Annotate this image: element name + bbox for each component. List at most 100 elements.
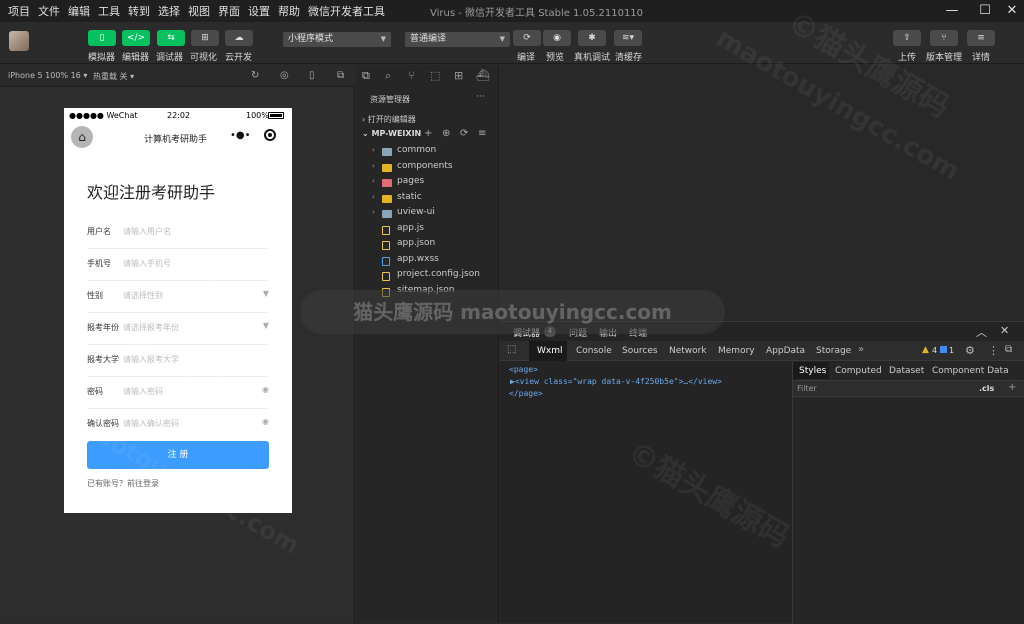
extensions-icon[interactable]: ⊞ (454, 69, 463, 82)
chevron-down-icon[interactable]: ▼ (263, 321, 269, 330)
phone-icon[interactable]: ▯ (309, 70, 315, 81)
files-icon[interactable]: ⧉ (362, 69, 370, 83)
debug-icon[interactable]: ⬚ (430, 69, 440, 82)
tree-file[interactable]: app.js (356, 223, 499, 238)
search-icon[interactable]: ⌕ (385, 69, 391, 83)
tree-file[interactable]: app.wxss (356, 254, 499, 269)
docker-icon[interactable]: ⛴ (476, 69, 490, 82)
tree-folder[interactable]: › pages (356, 176, 499, 191)
field-label: 报考年份 (87, 323, 119, 332)
tree-file[interactable]: project.config.json (356, 269, 499, 284)
code-line[interactable]: <page> (509, 365, 538, 374)
clear-cache-button[interactable]: ≋▾ (614, 30, 642, 46)
more-tabs-icon[interactable]: » (858, 344, 864, 355)
username-field[interactable]: 用户名 请输入用户名 (87, 217, 269, 249)
visualize-button[interactable]: ⊞ (191, 30, 219, 46)
menu-settings[interactable]: 设置 (248, 3, 270, 19)
editor-button[interactable]: </> (122, 30, 150, 46)
password-field[interactable]: 密码 请输入密码 ◉ (87, 377, 269, 409)
cloud-button[interactable]: ☁ (225, 30, 253, 46)
tree-folder[interactable]: › uview-ui (356, 207, 499, 222)
code-line[interactable]: </page> (509, 389, 543, 398)
confirm-password-field[interactable]: 确认密码 请输入确认密码 ◉ (87, 409, 269, 441)
refresh-icon[interactable]: ⟳ (460, 128, 468, 139)
real-debug-button[interactable]: ✱ (578, 30, 606, 46)
details-button[interactable]: ≡ (967, 30, 995, 46)
version-button[interactable]: ⑂ (930, 30, 958, 46)
mode-select[interactable]: 小程序模式 ▼ (283, 32, 391, 47)
tree-file[interactable]: app.json (356, 238, 499, 253)
menu-help[interactable]: 帮助 (278, 3, 300, 19)
tab-sources[interactable]: Sources (622, 346, 658, 356)
open-editors[interactable]: › 打开的编辑器 (362, 114, 416, 125)
tab-storage[interactable]: Storage (816, 346, 851, 356)
gear-icon[interactable]: ⚙ (965, 344, 975, 357)
tree-folder[interactable]: › common (356, 145, 499, 160)
close-icon[interactable]: ✕ (1002, 2, 1022, 20)
simulator-button[interactable]: ▯ (88, 30, 116, 46)
filter-input[interactable]: Filter (797, 384, 817, 393)
menu-file[interactable]: 文件 (38, 3, 60, 19)
collapse-icon[interactable]: ≡ (478, 128, 486, 139)
compile-label: 编译 (517, 53, 536, 63)
popout-icon[interactable]: ⧉ (337, 70, 344, 81)
tree-folder[interactable]: › components (356, 161, 499, 176)
avatar[interactable] (9, 31, 29, 51)
bug-icon: ✱ (588, 33, 596, 43)
menu-edit[interactable]: 编辑 (68, 3, 90, 19)
ellipsis-icon[interactable]: ··· (476, 92, 485, 102)
more-icon[interactable]: •●• (230, 130, 251, 141)
close-icon[interactable]: ✕ (1000, 324, 1009, 337)
device-select[interactable]: iPhone 5 100% 16 ▾ (8, 71, 87, 80)
tab-network[interactable]: Network (669, 346, 707, 356)
add-rule-icon[interactable]: + (1008, 382, 1016, 393)
register-button[interactable]: 注 册 (87, 441, 269, 469)
compile-select[interactable]: 普通编译 ▼ (405, 32, 510, 47)
menu-goto[interactable]: 转到 (128, 3, 150, 19)
record-icon[interactable]: ◎ (280, 70, 289, 81)
home-icon[interactable]: ⌂ (71, 126, 93, 148)
login-link[interactable]: 已有账号？前往登录 (87, 478, 159, 489)
new-folder-icon[interactable]: ⊕ (442, 128, 450, 139)
folder-icon (382, 163, 392, 172)
close-capsule-icon[interactable] (264, 129, 276, 141)
inspect-icon[interactable]: ⬚ (507, 344, 516, 355)
code-line[interactable]: ▶<view class="wrap data-v-4f250b5e">…</v… (510, 377, 722, 386)
tab-component-data[interactable]: Component Data (932, 366, 1009, 376)
tab-styles[interactable]: Styles (799, 366, 826, 376)
tab-dataset[interactable]: Dataset (889, 366, 924, 376)
maximize-icon[interactable]: ☐ (975, 2, 995, 20)
eye-icon[interactable]: ◉ (262, 417, 269, 426)
menu-wechat-devtools[interactable]: 微信开发者工具 (308, 3, 385, 19)
phone-field[interactable]: 手机号 请输入手机号 (87, 249, 269, 281)
debugger-button[interactable]: ⇆ (157, 30, 185, 46)
university-field[interactable]: 报考大学 请输入报考大学 (87, 345, 269, 377)
rotate-icon[interactable]: ↻ (251, 70, 259, 81)
upload-button[interactable]: ⇪ (893, 30, 921, 46)
compile-button[interactable]: ⟳ (513, 30, 541, 46)
tab-memory[interactable]: Memory (718, 346, 755, 356)
tab-appdata[interactable]: AppData (766, 346, 805, 356)
chevron-down-icon[interactable]: ▼ (263, 289, 269, 298)
gender-field[interactable]: 性别 请选择性别 ▼ (87, 281, 269, 313)
preview-button[interactable]: ◉ (543, 30, 571, 46)
minimize-icon[interactable]: — (942, 2, 962, 20)
cls-button[interactable]: .cls (979, 384, 994, 393)
tab-console[interactable]: Console (576, 346, 612, 356)
menu-project[interactable]: 项目 (8, 3, 30, 19)
eye-icon[interactable]: ◉ (262, 385, 269, 394)
tab-wxml[interactable]: Wxml (537, 346, 563, 356)
menu-select[interactable]: 选择 (158, 3, 180, 19)
dock-icon[interactable]: ⧉ (1005, 344, 1012, 355)
tree-folder[interactable]: › static (356, 192, 499, 207)
menu-view[interactable]: 视图 (188, 3, 210, 19)
new-file-icon[interactable]: + (424, 128, 432, 139)
menu-interface[interactable]: 界面 (218, 3, 240, 19)
branch-icon[interactable]: ⑂ (408, 69, 415, 82)
kebab-icon[interactable]: ⋮ (988, 344, 999, 357)
year-field[interactable]: 报考年份 请选择报考年份 ▼ (87, 313, 269, 345)
hotreload-select[interactable]: 热重载 关 ▾ (93, 71, 134, 82)
tab-computed[interactable]: Computed (835, 366, 882, 376)
menu-tools[interactable]: 工具 (98, 3, 120, 19)
chevron-up-icon[interactable]: ︿ (976, 324, 987, 340)
